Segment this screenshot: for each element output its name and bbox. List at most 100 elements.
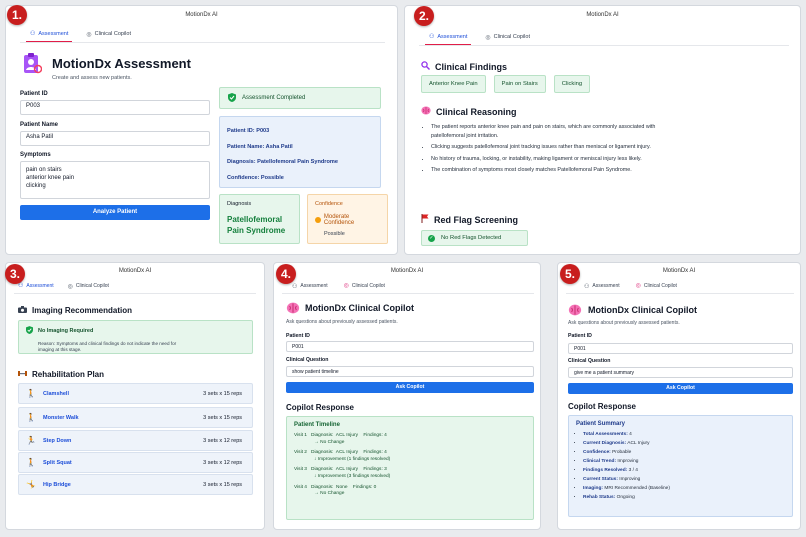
tab-bar: ⚇ Assessment ◎ Clinical Copilot xyxy=(26,28,135,42)
symptoms-textarea[interactable]: pain on stairs anterior knee pain clicki… xyxy=(20,161,210,199)
app-title: MotionDx AI xyxy=(390,268,424,274)
reasoning-list: The patient reports anterior knee pain a… xyxy=(423,123,673,178)
tab-bar: ⚇ Assessment ◎ Clinical Copilot xyxy=(425,31,534,45)
imaging-heading: Imaging Recommendation xyxy=(18,306,132,315)
patient-id-input[interactable]: P001 xyxy=(568,343,793,354)
tab-bar: ⚇ Assessment ◎ Clinical Copilot xyxy=(14,280,113,294)
clinical-question-label: Clinical Question xyxy=(286,357,329,363)
summary-item: Clinical Trend: Improving xyxy=(583,457,785,466)
patient-id-input[interactable]: P003 xyxy=(20,100,210,115)
status-dot-icon xyxy=(315,217,321,223)
panel-number-badge: 5. xyxy=(560,264,580,284)
exercise-figure-icon: 🚶 xyxy=(26,389,36,398)
brain-icon: ◎ xyxy=(86,31,92,38)
people-icon: ⚇ xyxy=(292,283,298,290)
exercise-row[interactable]: 🏃 Step Down 3 sets x 12 reps xyxy=(18,430,253,451)
people-icon: ⚇ xyxy=(30,31,36,37)
timeline-card: Patient Timeline Visit 1 Diagnosis: ACL … xyxy=(286,416,534,520)
people-icon: ⚇ xyxy=(584,283,590,290)
finding-chip: Pain on Stairs xyxy=(493,75,546,93)
exercise-row[interactable]: 🚶 Monster Walk 3 sets x 15 reps xyxy=(18,407,253,428)
brain-icon xyxy=(286,301,300,319)
exercise-row[interactable]: 🚶 Split Squat 3 sets x 12 reps xyxy=(18,452,253,473)
tab-assessment[interactable]: ⚇ Assessment xyxy=(425,31,472,45)
panel-number-badge: 3. xyxy=(5,264,25,284)
patient-id-input[interactable]: P001 xyxy=(286,341,534,352)
ask-copilot-button[interactable]: Ask Copilot xyxy=(286,382,534,393)
summary-item: Current Status: Improving xyxy=(583,475,785,484)
exercise-figure-icon: 🚶 xyxy=(26,458,36,467)
red-flag-heading: Red Flag Screening xyxy=(421,214,518,225)
copilot-subtitle: Ask questions about previously assessed … xyxy=(286,319,398,325)
app-title: MotionDx AI xyxy=(586,12,619,18)
visit-entry: Visit 4 Diagnosis: None Findings: 0 → No … xyxy=(294,484,377,497)
findings-chips: Anterior Knee Pain Pain on Stairs Clicki… xyxy=(421,75,591,93)
tab-clinical-copilot[interactable]: ◎ Clinical Copilot xyxy=(82,28,135,42)
copilot-timeline-panel: MotionDx AI ⚇ Assessment ◎ Clinical Copilo… xyxy=(273,262,541,530)
visit-entry: Visit 1 Diagnosis: ACL Injury Findings: … xyxy=(294,433,387,445)
tab-divider xyxy=(20,42,385,43)
exercise-row[interactable]: 🚶 Clamshell 3 sets x 15 reps xyxy=(18,383,253,404)
brain-icon xyxy=(568,303,582,321)
brain-icon xyxy=(421,106,431,117)
ask-copilot-button[interactable]: Ask Copilot xyxy=(568,383,793,394)
confidence-card: Confidence Moderate Confidence Possible xyxy=(307,194,388,244)
patient-info-card: Patient ID: P003 Patient Name: Asha Pati… xyxy=(219,116,381,188)
diagnosis-value: Patellofemoral Pain Syndrome xyxy=(227,215,286,235)
clinical-findings-heading: Clinical Findings xyxy=(421,61,507,72)
finding-chip: Clicking xyxy=(553,75,591,93)
reasoning-item: The combination of symptoms most closely… xyxy=(431,166,681,175)
tab-clinical-copilot[interactable]: ◎ Clinical Copilot xyxy=(481,31,534,45)
visit-entry: Visit 2 Diagnosis: ACL Injury Findings: … xyxy=(294,450,391,462)
clinical-question-label: Clinical Question xyxy=(568,358,611,364)
clinical-question-input[interactable]: give me a patient summary xyxy=(568,367,793,378)
brain-icon: ◎ xyxy=(635,283,641,289)
brain-icon: ◎ xyxy=(67,283,73,290)
panel-number-badge: 1. xyxy=(7,5,27,25)
page-subtitle: Create and assess new patients. xyxy=(52,75,132,81)
exercise-row[interactable]: 🤸 Hip Bridge 3 sets x 15 reps xyxy=(18,474,253,495)
summary-list: Total Assessments: 4 Current Diagnosis: … xyxy=(583,430,785,502)
shield-check-icon xyxy=(228,92,236,104)
clinical-reasoning-heading: Clinical Reasoning xyxy=(421,106,517,117)
magnifier-icon xyxy=(421,61,430,72)
diagnosis-card: Diagnosis Patellofemoral Pain Syndrome xyxy=(219,194,300,244)
tab-assessment[interactable]: ⚇ Assessment xyxy=(288,280,332,294)
exercise-figure-icon: 🤸 xyxy=(26,480,36,489)
assessment-panel: MotionDx AI ⚇ Assessment ◎ Clinical Copilo… xyxy=(5,5,398,255)
tab-divider xyxy=(282,293,534,294)
patient-name-input[interactable]: Asha Patil xyxy=(20,131,210,146)
summary-item: Total Assessments: 4 xyxy=(583,430,785,439)
red-flag-icon xyxy=(421,214,429,225)
tab-clinical-copilot[interactable]: ◎ Clinical Copilot xyxy=(631,280,681,294)
exercise-figure-icon: 🚶 xyxy=(26,413,36,422)
check-icon: ✓ xyxy=(428,234,435,242)
tab-assessment[interactable]: ⚇ Assessment xyxy=(580,280,624,294)
summary-item: Imaging: MRI Recommended (Baseline) xyxy=(583,484,785,493)
rehab-heading: Rehabilitation Plan xyxy=(18,370,104,379)
tab-assessment[interactable]: ⚇ Assessment xyxy=(26,28,73,42)
summary-item: Current Diagnosis: ACL Injury xyxy=(583,439,785,448)
copilot-subtitle: Ask questions about previously assessed … xyxy=(568,320,680,326)
tab-divider xyxy=(419,45,789,46)
treatment-panel: MotionDx AI ⚇ Assessment ◎ Clinical Copilo… xyxy=(5,262,265,530)
imaging-recommendation-card: No Imaging Required Reason: Symptoms and… xyxy=(18,320,253,354)
assessment-completed-banner: Assessment Completed xyxy=(219,87,381,109)
app-title: MotionDx AI xyxy=(185,12,218,18)
patient-name-label: Patient Name xyxy=(20,122,59,128)
tab-clinical-copilot[interactable]: ◎ Clinical Copilot xyxy=(64,280,113,294)
camera-icon xyxy=(18,306,27,315)
panel-number-badge: 2. xyxy=(414,6,434,26)
tab-bar: ⚇ Assessment ◎ Clinical Copilot xyxy=(580,280,681,294)
analyze-patient-button[interactable]: Analyze Patient xyxy=(20,205,210,220)
patient-id-label: Patient ID xyxy=(286,333,310,339)
tab-clinical-copilot[interactable]: ◎ Clinical Copilot xyxy=(339,280,389,294)
copilot-summary-panel: MotionDx AI ⚇ Assessment ◎ Clinical Copilo… xyxy=(557,262,801,530)
reasoning-item: The patient reports anterior knee pain a… xyxy=(431,123,673,140)
clinical-question-input[interactable]: show patient timeline xyxy=(286,366,534,377)
summary-item: Rehab Status: Ongoing xyxy=(583,493,785,502)
red-flag-status: ✓ No Red Flags Detected xyxy=(421,230,528,246)
summary-item: Confidence: Probable xyxy=(583,448,785,457)
tab-divider xyxy=(14,293,256,294)
panel-number-badge: 4. xyxy=(276,264,296,284)
